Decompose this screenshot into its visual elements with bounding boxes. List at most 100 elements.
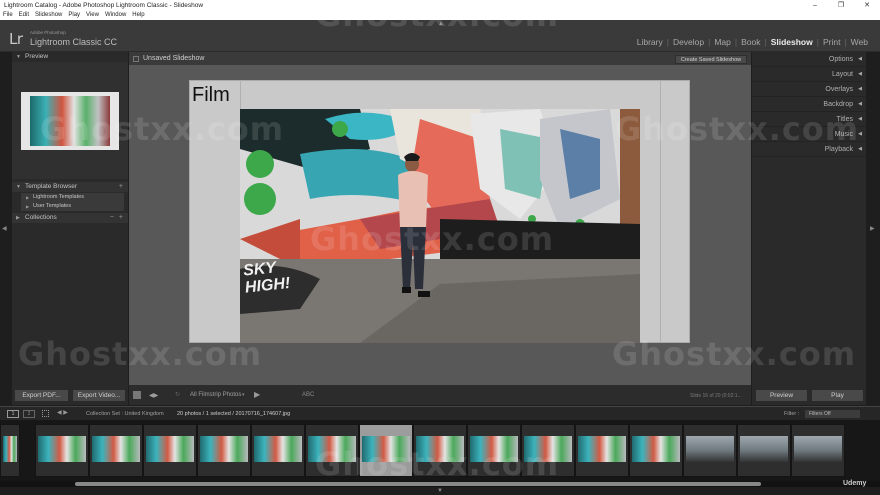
collections-header[interactable]: ▶ Collections + − — [12, 213, 128, 223]
options-label: Options — [828, 56, 853, 63]
template-folder-label: Lightroom Templates — [33, 194, 84, 200]
thumb-image — [38, 436, 86, 462]
module-book[interactable]: Book — [737, 37, 764, 47]
module-library[interactable]: Library — [633, 37, 667, 47]
abc-text-tool[interactable]: ABC — [302, 392, 314, 398]
collapse-triangle-icon: ◀ — [858, 86, 862, 92]
filmstrip-thumb[interactable] — [629, 424, 683, 477]
filmstrip-thumb[interactable] — [251, 424, 305, 477]
stop-icon[interactable] — [133, 391, 141, 399]
panel-collapse-bottom-icon[interactable]: ▼ — [437, 488, 443, 494]
watermark: Ghostxx.com — [40, 110, 285, 148]
expand-triangle-icon: ▶ — [16, 215, 20, 221]
template-browser-header[interactable]: ▼ Template Browser + — [12, 182, 128, 192]
left-panel-toggle-icon[interactable]: ◀ — [2, 225, 7, 232]
filmstrip-thumb[interactable] — [791, 424, 845, 477]
right-panel-toggle-icon[interactable]: ▶ — [870, 225, 875, 232]
thumb-image — [632, 436, 680, 462]
watermark: Ghostxx.com — [315, 0, 560, 34]
filter-label: Filter : — [784, 411, 800, 417]
watermark: Ghostxx.com — [315, 445, 560, 483]
module-print[interactable]: Print — [819, 37, 844, 47]
collapse-triangle-icon: ▼ — [16, 54, 21, 60]
export-video-button[interactable]: Export Video... — [72, 389, 126, 402]
watermark: Ghostxx.com — [615, 110, 860, 148]
minimize-icon[interactable]: – — [802, 0, 828, 11]
brand-name: Lightroom Classic CC — [30, 37, 118, 47]
thumb-image — [3, 436, 17, 462]
watermark: Ghostxx.com — [310, 220, 555, 258]
remove-collection-icon[interactable]: − — [110, 213, 114, 223]
filmstrip-thumb[interactable] — [197, 424, 251, 477]
menu-slideshow[interactable]: Slideshow — [35, 11, 62, 20]
options-section[interactable]: Options ◀ — [752, 52, 866, 67]
second-window-icon[interactable]: 2 — [23, 410, 35, 418]
collapse-triangle-icon: ▼ — [16, 184, 21, 190]
thumb-image — [740, 436, 788, 462]
overlays-section[interactable]: Overlays ◀ — [752, 82, 866, 97]
add-template-icon[interactable]: + — [119, 182, 123, 192]
source-selector[interactable]: All Filmstrip Photos — [190, 392, 241, 398]
module-develop[interactable]: Develop — [669, 37, 708, 47]
source-dropdown-icon[interactable]: ▾ — [242, 392, 245, 398]
template-folder-lightroom[interactable]: ▶ Lightroom Templates — [21, 193, 124, 202]
slide-editor-header — [129, 52, 751, 65]
main-window-icon[interactable]: 1 — [7, 410, 19, 418]
add-collection-icon[interactable]: + — [119, 213, 123, 223]
grid-view-icon[interactable] — [42, 410, 49, 417]
collapse-triangle-icon: ◀ — [858, 56, 862, 62]
filmstrip-source[interactable]: Collection Set : United Kingdom — [86, 411, 164, 417]
module-web[interactable]: Web — [847, 37, 872, 47]
filmstrip-thumb[interactable] — [35, 424, 89, 477]
filmstrip-thumb[interactable] — [737, 424, 791, 477]
menu-view[interactable]: View — [86, 11, 99, 20]
thumb-image — [92, 436, 140, 462]
template-folder-user[interactable]: ▶ User Templates — [21, 202, 124, 211]
menu-play[interactable]: Play — [68, 11, 80, 20]
menu-window[interactable]: Window — [105, 11, 126, 20]
layout-section[interactable]: Layout ◀ — [752, 67, 866, 82]
create-saved-slideshow-button[interactable]: Create Saved Slideshow — [675, 55, 747, 64]
play-button[interactable]: Play — [811, 389, 864, 402]
menu-help[interactable]: Help — [132, 11, 144, 20]
filmstrip-thumb[interactable] — [89, 424, 143, 477]
template-browser: ▼ Template Browser + ▶ Lightroom Templates … — [12, 182, 128, 223]
maximize-icon[interactable]: ❐ — [828, 0, 854, 11]
lr-logo: Lr — [9, 30, 23, 48]
preview-button[interactable]: Preview — [755, 389, 808, 402]
unsaved-checkbox[interactable] — [133, 56, 139, 62]
watermark: Ghostxx.com — [612, 335, 857, 373]
menu-file[interactable]: File — [3, 11, 13, 20]
watermark: Ghostxx.com — [18, 335, 263, 373]
rotate-icon[interactable]: ↻ — [175, 391, 180, 398]
thumb-image — [686, 436, 734, 462]
previous-slide-icon[interactable]: ◀▶ — [149, 392, 158, 399]
slide-title-text[interactable]: Film — [192, 84, 230, 107]
close-icon[interactable]: ✕ — [854, 0, 880, 11]
filmstrip-count[interactable]: 20 photos / 1 selected / 20170716_174607… — [177, 411, 290, 417]
module-map[interactable]: Map — [710, 37, 735, 47]
expand-triangle-icon: ▶ — [26, 204, 30, 209]
collections-label: Collections — [25, 214, 57, 221]
menu-edit[interactable]: Edit — [19, 11, 29, 20]
template-browser-label: Template Browser — [25, 183, 78, 190]
preview-header[interactable]: ▼ Preview — [12, 52, 128, 62]
graffiti-text: SKY HIGH! — [242, 259, 292, 297]
nav-back-forward-icon[interactable]: ◀ ▶ — [57, 409, 68, 416]
thumb-image — [200, 436, 248, 462]
udemy-logo: Udemy — [843, 480, 867, 487]
filmstrip-thumb[interactable] — [0, 424, 20, 477]
play-preview-icon[interactable]: ▶ — [254, 390, 260, 399]
filmstrip-thumb[interactable] — [575, 424, 629, 477]
thumb-image — [254, 436, 302, 462]
overlays-label: Overlays — [825, 86, 853, 93]
brand-subtitle: Adobe Photoshop — [30, 30, 66, 35]
slideshow-name: Unsaved Slideshow — [143, 55, 205, 62]
window-title: Lightroom Catalog - Adobe Photoshop Ligh… — [4, 2, 204, 9]
module-slideshow[interactable]: Slideshow — [767, 37, 817, 47]
preview-label: Preview — [25, 53, 49, 60]
filter-dropdown[interactable]: Filters Off — [805, 410, 860, 418]
filmstrip-thumb[interactable] — [143, 424, 197, 477]
export-pdf-button[interactable]: Export PDF... — [14, 389, 69, 402]
filmstrip-thumb[interactable] — [683, 424, 737, 477]
